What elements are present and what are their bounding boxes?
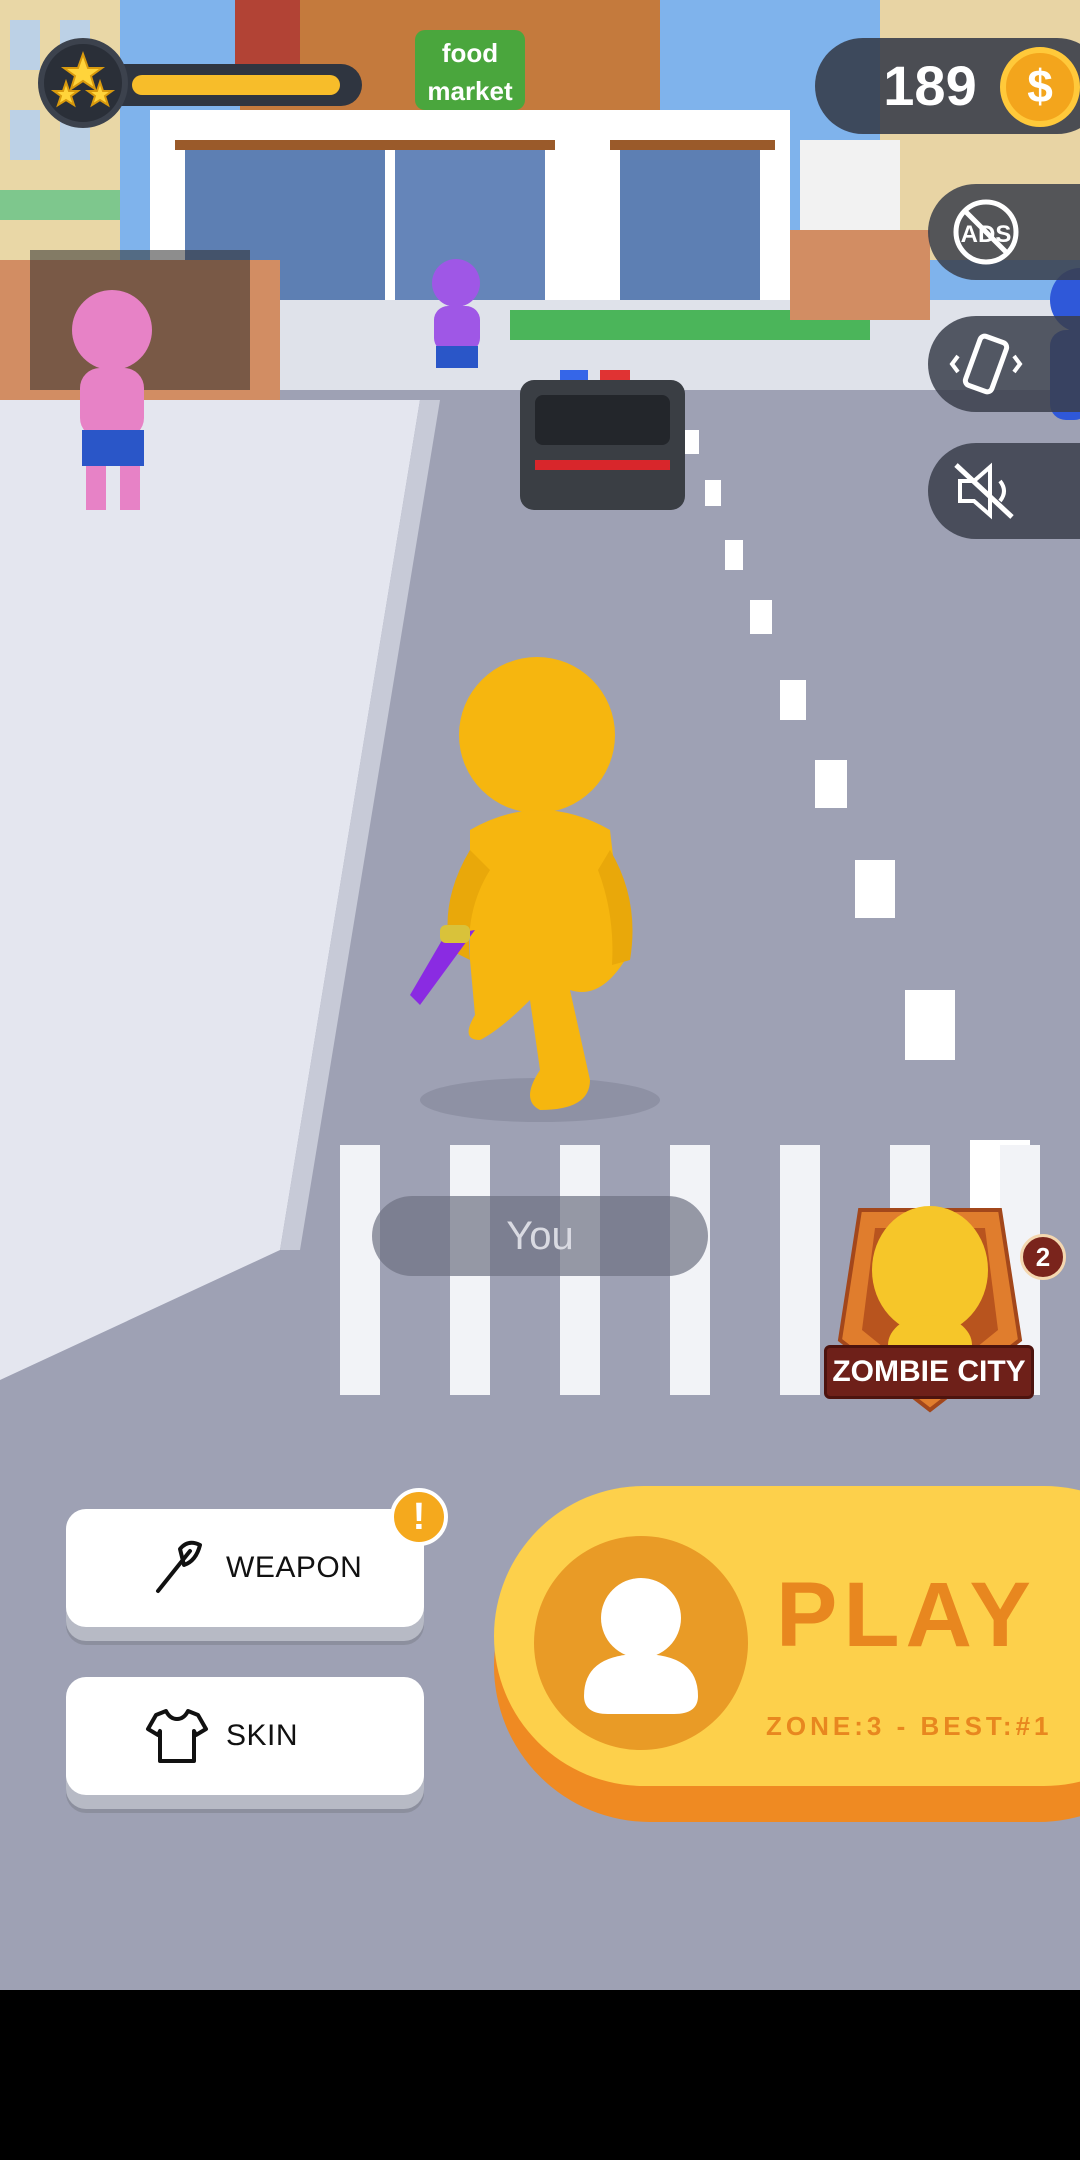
player-avatar-icon (534, 1536, 748, 1750)
sound-button[interactable] (928, 443, 1080, 539)
weapon-alert-badge: ! (390, 1488, 448, 1546)
svg-text:ADS: ADS (961, 221, 1012, 248)
axe-icon (156, 1540, 202, 1593)
coin-count: 189 (883, 54, 977, 117)
sound-muted-icon (954, 462, 1014, 520)
tshirt-icon (146, 1709, 208, 1763)
play-label: PLAY (776, 1564, 1037, 1666)
weapon-button[interactable]: WEAPON (66, 1509, 424, 1627)
game-scene: food market 189 $ ADS You ZOMBIE CITY 2 … (0, 0, 1080, 1990)
no-ads-icon: ADS (953, 199, 1019, 265)
store-sign: food market (427, 38, 513, 106)
play-subtitle: ZONE:3 - BEST:#1 (766, 1711, 1053, 1741)
vibration-icon (949, 333, 1023, 395)
player-name-label: You (372, 1196, 708, 1276)
user-icon (584, 1578, 698, 1714)
level-badge (38, 38, 128, 128)
coin-icon: $ (1000, 47, 1080, 127)
zone-rank-badge: 2 (1020, 1234, 1066, 1280)
level-progress-fill (132, 75, 340, 95)
remove-ads-button[interactable]: ADS (928, 184, 1080, 280)
skin-button[interactable]: SKIN (66, 1677, 424, 1795)
zone-badge-title: ZOMBIE CITY (824, 1345, 1034, 1399)
vibration-button[interactable] (928, 316, 1080, 412)
bottom-letterbox (0, 1990, 1080, 2160)
skin-label: SKIN (226, 1719, 299, 1752)
stars-icon (50, 51, 116, 108)
weapon-label: WEAPON (226, 1551, 363, 1584)
